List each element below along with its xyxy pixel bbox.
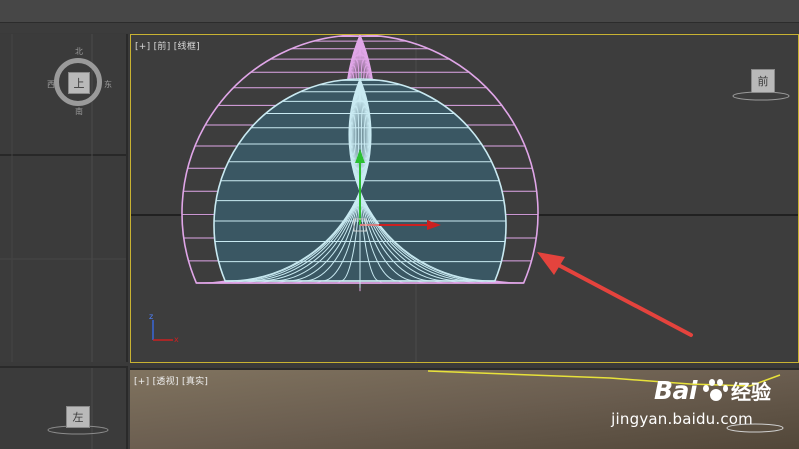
axis-tripod-x-label: x — [174, 335, 179, 344]
watermark-url: jingyan.baidu.com — [611, 410, 753, 428]
left-viewport-grid — [47, 368, 109, 449]
front-viewcube[interactable]: 前 — [751, 69, 775, 93]
baidu-paw-icon — [701, 378, 728, 403]
viewport-top[interactable]: 上 西 东 南 北 — [0, 34, 128, 362]
left-viewcube[interactable]: 左 — [66, 406, 90, 428]
axis-tripod-icon: z x — [149, 312, 179, 344]
tool-strip — [0, 23, 799, 33]
axis-tripod-z-label: z — [149, 312, 153, 321]
front-viewport-canvas: z x — [131, 35, 798, 362]
front-viewport-label[interactable]: [+] [前] [线框] — [135, 39, 200, 52]
front-viewcube-ring — [732, 91, 790, 101]
compass-west: 西 — [47, 80, 55, 89]
annotation-arrow — [537, 252, 693, 337]
compass-south: 南 — [75, 107, 83, 116]
viewport-front[interactable]: z x [+] [前] [线框] 前 — [130, 34, 799, 363]
perspective-viewport-label[interactable]: [+] [透视] [真实] — [134, 374, 208, 387]
watermark-brand-latin: Bai — [654, 376, 698, 405]
annotation-arrowhead — [537, 252, 565, 275]
top-viewcube[interactable]: 上 — [68, 72, 90, 94]
baidu-jingyan-watermark: Bai 经验 — [654, 376, 771, 405]
viewport-left[interactable]: 左 — [0, 366, 128, 449]
watermark-brand-cn: 经验 — [731, 380, 771, 404]
title-bar — [0, 0, 799, 23]
compass-east: 东 — [104, 80, 112, 89]
compass-north: 北 — [75, 47, 83, 56]
